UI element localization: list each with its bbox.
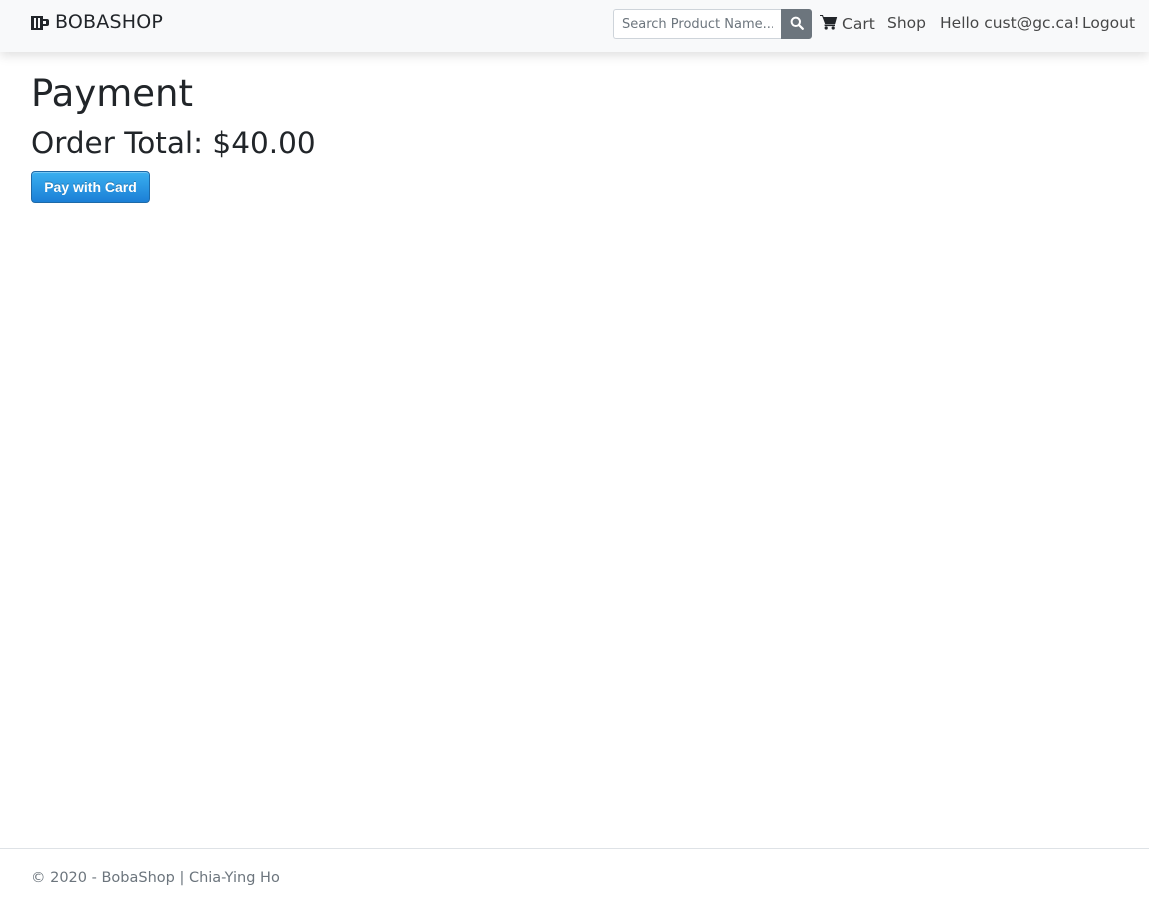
order-total: Order Total: $40.00 (31, 126, 316, 160)
brand-link[interactable]: BOBASHOP (31, 11, 163, 33)
pay-with-card-button[interactable]: Pay with Card (31, 171, 150, 203)
brand-name: BOBASHOP (55, 11, 164, 33)
nav-cart-link[interactable]: Cart (820, 14, 875, 34)
cart-icon (820, 14, 838, 34)
boba-cup-icon (31, 14, 49, 30)
search-input[interactable] (613, 9, 781, 39)
nav-logout-link[interactable]: Logout (1082, 14, 1135, 32)
navbar: BOBASHOP Search Product Name... Cart Sho… (0, 0, 1149, 52)
page: BOBASHOP Search Product Name... Cart Sho… (0, 0, 1149, 901)
page-title: Payment (31, 72, 193, 115)
footer: © 2020 - BobaShop | Chia-Ying Ho (31, 870, 280, 886)
nav-shop-link[interactable]: Shop (887, 14, 926, 32)
search-button[interactable] (781, 9, 812, 39)
footer-divider (0, 848, 1149, 849)
search-icon (790, 16, 804, 33)
nav-cart-label: Cart (842, 15, 875, 33)
nav-user-greeting[interactable]: Hello cust@gc.ca! (940, 14, 1080, 32)
search-form (613, 9, 812, 39)
